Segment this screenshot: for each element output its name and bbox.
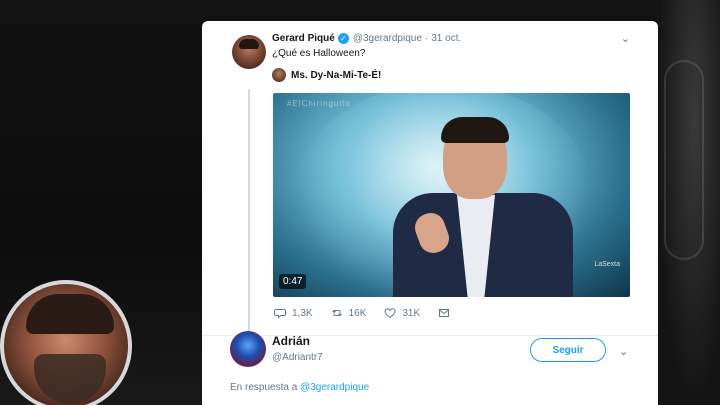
- video-player[interactable]: #ElChiringuito 0:47 LaSexta: [273, 93, 630, 297]
- author-name[interactable]: Gerard Piqué: [272, 33, 335, 44]
- quoted-author[interactable]: Ms. Dy-Na-Mi-Te-É!: [272, 68, 381, 82]
- quoted-avatar: [272, 68, 286, 82]
- tweet-modal: Gerard Piqué ✓ @3gerardpique · 31 oct. ⌄…: [202, 21, 658, 405]
- background-right-panel: [656, 0, 720, 405]
- in-reply-prefix: En respuesta a: [230, 382, 298, 393]
- heart-icon: [384, 307, 396, 319]
- like-button[interactable]: 31K: [384, 307, 420, 319]
- dm-button[interactable]: [438, 307, 456, 319]
- in-reply-handle-link[interactable]: @3gerardpique: [300, 382, 369, 393]
- chevron-down-icon[interactable]: ⌄: [619, 345, 628, 358]
- avatar-hair: [26, 294, 114, 334]
- author-avatar[interactable]: [232, 35, 266, 69]
- like-count: 31K: [402, 307, 421, 319]
- thread-line: [248, 89, 250, 345]
- tweet-actions: 1,3K 16K 31K: [274, 307, 474, 319]
- follow-button[interactable]: Seguir: [530, 338, 606, 362]
- video-duration: 0:47: [279, 274, 307, 289]
- separator-dot: ·: [424, 33, 429, 44]
- reply-button[interactable]: 1,3K: [274, 307, 313, 319]
- neon-sign: [664, 60, 704, 260]
- profile-avatar-large: [0, 280, 132, 405]
- in-reply-to: En respuesta a @3gerardpique: [230, 382, 369, 393]
- video-presenter: [353, 113, 603, 297]
- channel-logo: LaSexta: [594, 261, 620, 268]
- divider: [202, 335, 658, 336]
- quoted-name: Ms. Dy-Na-Mi-Te-É!: [291, 69, 382, 81]
- retweet-icon: [331, 307, 343, 319]
- retweet-count: 16K: [348, 307, 367, 319]
- reply-author-name[interactable]: Adrián: [272, 334, 310, 348]
- envelope-icon: [438, 307, 450, 319]
- video-banner: #ElChiringuito: [287, 99, 351, 108]
- avatar-beard: [34, 354, 106, 404]
- verified-badge-icon: ✓: [337, 33, 349, 44]
- retweet-button[interactable]: 16K: [331, 307, 367, 319]
- tweet-text: ¿Qué es Halloween?: [272, 48, 366, 59]
- reply-count: 1,3K: [292, 307, 313, 319]
- reply-author-handle[interactable]: @Adriantr7: [272, 352, 323, 363]
- reply-author-avatar[interactable]: [230, 331, 266, 367]
- reply-icon: [274, 307, 286, 319]
- tweet-header: Gerard Piqué ✓ @3gerardpique · 31 oct.: [272, 33, 461, 44]
- tweet-date[interactable]: 31 oct.: [431, 33, 461, 44]
- chevron-down-icon[interactable]: ⌄: [621, 33, 630, 45]
- presenter-hair: [441, 117, 509, 143]
- author-handle[interactable]: @3gerardpique: [353, 33, 422, 44]
